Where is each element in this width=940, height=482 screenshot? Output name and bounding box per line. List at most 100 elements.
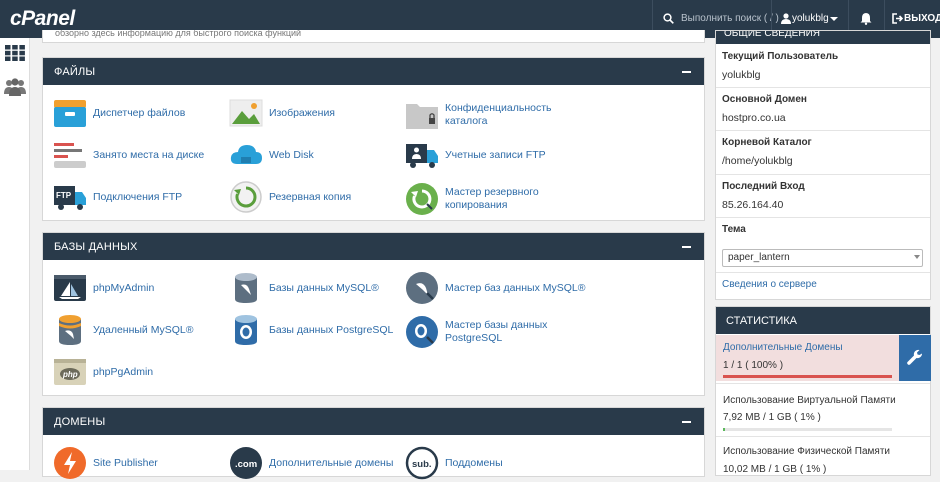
mysql-wizard-icon <box>405 271 439 305</box>
minimize-icon[interactable] <box>682 71 691 73</box>
files-panel: ФАЙЛЫ Диспетчер файлов Изображения Конфи… <box>42 57 705 221</box>
domains-panel-header[interactable]: ДОМЕНЫ <box>43 408 704 435</box>
file-manager-icon <box>53 96 87 130</box>
panel-title: БАЗЫ ДАННЫХ <box>54 241 138 253</box>
minimize-icon[interactable] <box>682 246 691 248</box>
user-icon[interactable] <box>781 13 791 24</box>
files-panel-header[interactable]: ФАЙЛЫ <box>43 58 704 85</box>
panel-title: СТАТИСТИКА <box>726 315 797 327</box>
info-label: Тема <box>722 224 746 235</box>
databases-panel-header[interactable]: БАЗЫ ДАННЫХ <box>43 233 704 260</box>
backup-icon <box>229 180 263 214</box>
virtual-memory-stat-value: 7,92 MB / 1 GB ( 1% ) <box>723 412 821 423</box>
divider <box>716 436 930 437</box>
logout-icon[interactable] <box>892 13 903 24</box>
chevron-down-icon[interactable] <box>914 255 920 259</box>
info-value: /home/yolukblg <box>722 155 793 167</box>
postgresql-wizard-link[interactable]: Мастер базы данных PostgreSQL <box>405 311 555 353</box>
postgresql-databases-icon <box>229 313 263 347</box>
ftp-connections-link[interactable]: FTP Подключения FTP <box>53 178 182 216</box>
phpmyadmin-icon <box>53 271 87 305</box>
site-publisher-icon <box>53 446 87 480</box>
directory-privacy-link[interactable]: Конфиденциальность каталога <box>405 94 565 136</box>
info-label: Текущий Пользователь <box>722 51 839 62</box>
databases-panel: БАЗЫ ДАННЫХ phpMyAdmin Базы данных MySQL… <box>42 232 705 396</box>
search-hint-panel: обзорно здесь информацию для быстрого по… <box>42 30 705 43</box>
mysql-databases-link[interactable]: Базы данных MySQL® <box>229 269 379 307</box>
subdomains-icon: sub. <box>405 446 439 480</box>
left-sidebar <box>0 38 30 470</box>
users-group-icon[interactable] <box>4 78 26 96</box>
info-label: Корневой Каталог <box>722 137 812 148</box>
panel-title: ОБЩИЕ СВЕДЕНИЯ <box>724 31 820 39</box>
physical-memory-stat-label: Использование Физической Памяти <box>723 446 890 457</box>
backup-link[interactable]: Резервная копия <box>229 178 351 216</box>
general-info-panel: ОБЩИЕ СВЕДЕНИЯ Текущий Пользователь yolu… <box>715 30 931 300</box>
root-dir-row: Корневой Каталог /home/yolukblg <box>716 131 930 175</box>
phppgadmin-icon: php <box>53 355 87 389</box>
domains-panel: ДОМЕНЫ Site Publisher .com Дополнительны… <box>42 407 705 480</box>
wrench-button[interactable] <box>899 335 931 381</box>
general-info-column: ОБЩИЕ СВЕДЕНИЯ Текущий Пользователь yolu… <box>715 30 931 300</box>
search-icon[interactable] <box>663 13 674 24</box>
postgresql-wizard-icon <box>405 315 439 349</box>
web-disk-link[interactable]: Web Disk <box>229 136 314 174</box>
svg-text:sub.: sub. <box>412 459 432 470</box>
images-icon <box>229 96 263 130</box>
addon-domains-progress-bar <box>723 375 892 378</box>
minimize-icon[interactable] <box>682 421 691 423</box>
addon-domains-link[interactable]: .com Дополнительные домены <box>229 444 393 482</box>
info-value: yolukblg <box>722 69 761 81</box>
web-disk-icon <box>229 138 263 172</box>
site-publisher-link[interactable]: Site Publisher <box>53 444 158 482</box>
server-info-link[interactable]: Сведения о сервере <box>722 279 817 290</box>
phppgadmin-link[interactable]: php phpPgAdmin <box>53 353 153 391</box>
directory-privacy-icon <box>405 98 439 132</box>
virtual-memory-stat-label: Использование Виртуальной Памяти <box>723 395 896 406</box>
mysql-wizard-link[interactable]: Мастер баз данных MySQL® <box>405 269 586 307</box>
statistics-panel: СТАТИСТИКА Дополнительные Домены 1 / 1 (… <box>715 306 931 476</box>
ftp-accounts-link[interactable]: Учетные записи FTP <box>405 136 546 174</box>
info-label: Основной Домен <box>722 94 807 105</box>
remote-mysql-icon <box>53 313 87 347</box>
divider <box>716 383 930 384</box>
general-info-header: ОБЩИЕ СВЕДЕНИЯ <box>716 31 930 44</box>
images-link[interactable]: Изображения <box>229 94 335 132</box>
svg-text:FTP: FTP <box>56 191 72 200</box>
backup-wizard-link[interactable]: Мастер резервного копирования <box>405 178 555 220</box>
user-menu[interactable]: yolukblg <box>792 13 829 24</box>
chevron-down-icon[interactable] <box>830 17 838 21</box>
subdomains-link[interactable]: sub. Поддомены <box>405 444 503 482</box>
ftp-accounts-icon <box>405 138 439 172</box>
info-label: Последний Вход <box>722 181 805 192</box>
search-hint-text: обзорно здесь информацию для быстрого по… <box>55 30 302 38</box>
ftp-connections-icon: FTP <box>53 180 87 214</box>
mysql-databases-icon <box>229 271 263 305</box>
wrench-icon <box>907 349 923 365</box>
virtual-memory-progress-bar <box>723 428 892 431</box>
search-input[interactable]: Выполнить поиск ( / ) <box>681 13 779 24</box>
remote-mysql-link[interactable]: Удаленный MySQL® <box>53 311 193 349</box>
panel-title: ДОМЕНЫ <box>54 416 106 428</box>
file-manager-link[interactable]: Диспетчер файлов <box>53 94 185 132</box>
theme-select[interactable]: paper_lantern <box>722 249 923 267</box>
addon-domains-icon: .com <box>229 446 263 480</box>
backup-wizard-icon <box>405 182 439 216</box>
svg-text:php: php <box>62 370 78 379</box>
info-value: hostpro.co.ua <box>722 112 786 124</box>
svg-text:.com: .com <box>235 459 257 470</box>
panel-title: ФАЙЛЫ <box>54 66 96 78</box>
phpmyadmin-link[interactable]: phpMyAdmin <box>53 269 154 307</box>
addon-domains-stat-value: 1 / 1 ( 100% ) <box>723 360 784 371</box>
disk-usage-link[interactable]: Занято места на диске <box>53 136 204 174</box>
logout-button[interactable]: ВЫХОД <box>904 13 940 24</box>
apps-grid-icon[interactable] <box>5 45 25 61</box>
postgresql-databases-link[interactable]: Базы данных PostgreSQL <box>229 311 393 349</box>
cpanel-logo[interactable]: cPanel <box>10 7 75 31</box>
last-login-row: Последний Вход 85.26.164.40 <box>716 175 930 218</box>
addon-domains-stat-label[interactable]: Дополнительные Домены <box>723 342 843 353</box>
disk-usage-icon <box>53 138 87 172</box>
statistics-header[interactable]: СТАТИСТИКА <box>716 307 930 334</box>
bell-icon[interactable] <box>860 12 872 25</box>
main-domain-row: Основной Домен hostpro.co.ua <box>716 88 930 131</box>
